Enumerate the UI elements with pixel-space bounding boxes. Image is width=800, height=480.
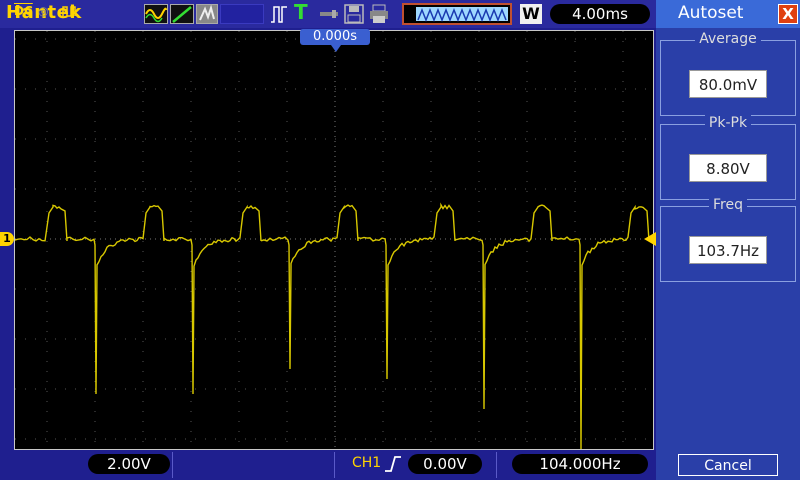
top-toolbar: Hantek T W 4.00ms [0,0,656,28]
pulse-icon[interactable] [270,4,288,24]
probe-icon[interactable] [318,4,340,24]
bandwidth-limit-icon[interactable]: ◎ [38,4,48,18]
autoset-panel: Autoset X Average 80.0mV Pk-Pk 8.80V Fre… [656,0,800,480]
divider [172,452,173,478]
waveform-slot [220,4,264,24]
channel-1-marker[interactable]: 1 [0,232,14,246]
ch1-trace [15,205,653,449]
close-icon[interactable]: X [778,4,798,24]
trigger-position-readout[interactable]: 0.000s [300,29,370,45]
measurement-value: 8.80V [689,154,767,182]
measurement-average: Average 80.0mV [660,40,796,116]
measurement-label: Freq [709,197,747,213]
sine-wave-icon[interactable] [144,4,168,24]
panel-header: Autoset X [656,0,800,28]
measurement-label: Average [695,31,761,47]
divider [496,452,497,478]
measurement-value: 80.0mV [689,70,767,98]
trigger-t-icon[interactable]: T [294,0,312,20]
measurement-pk-pk: Pk-Pk 8.80V [660,124,796,200]
trigger-level-readout[interactable]: 0.00V [408,454,482,474]
dc-coupling-icon[interactable]: DC [14,4,33,18]
measurement-value: 103.7Hz [689,236,767,264]
trigger-position-marker[interactable] [331,45,341,52]
save-icon[interactable] [344,4,364,24]
print-icon[interactable] [368,4,390,24]
frequency-counter: 104.000Hz [512,454,648,474]
rising-edge-icon[interactable] [384,454,402,478]
window-zoom-button[interactable]: W [520,4,542,24]
noise-icon[interactable] [196,4,218,24]
ramp-icon[interactable] [170,4,194,24]
divider [334,452,335,478]
measurement-label: Pk-Pk [705,115,751,131]
volts-per-div[interactable]: 2.00V [88,454,170,474]
trigger-source-label: CH1 [352,455,381,471]
timebase-display[interactable]: 4.00ms [550,4,650,24]
waveform-canvas [15,31,653,449]
scope-display [14,30,654,450]
memory-window [416,7,508,21]
measurement-freq: Freq 103.7Hz [660,206,796,282]
trigger-level-marker[interactable] [644,232,656,246]
cancel-button[interactable]: Cancel [678,454,778,476]
invert-icon[interactable] [62,4,78,21]
panel-title: Autoset [678,3,743,23]
memory-depth-bar[interactable] [402,3,512,25]
